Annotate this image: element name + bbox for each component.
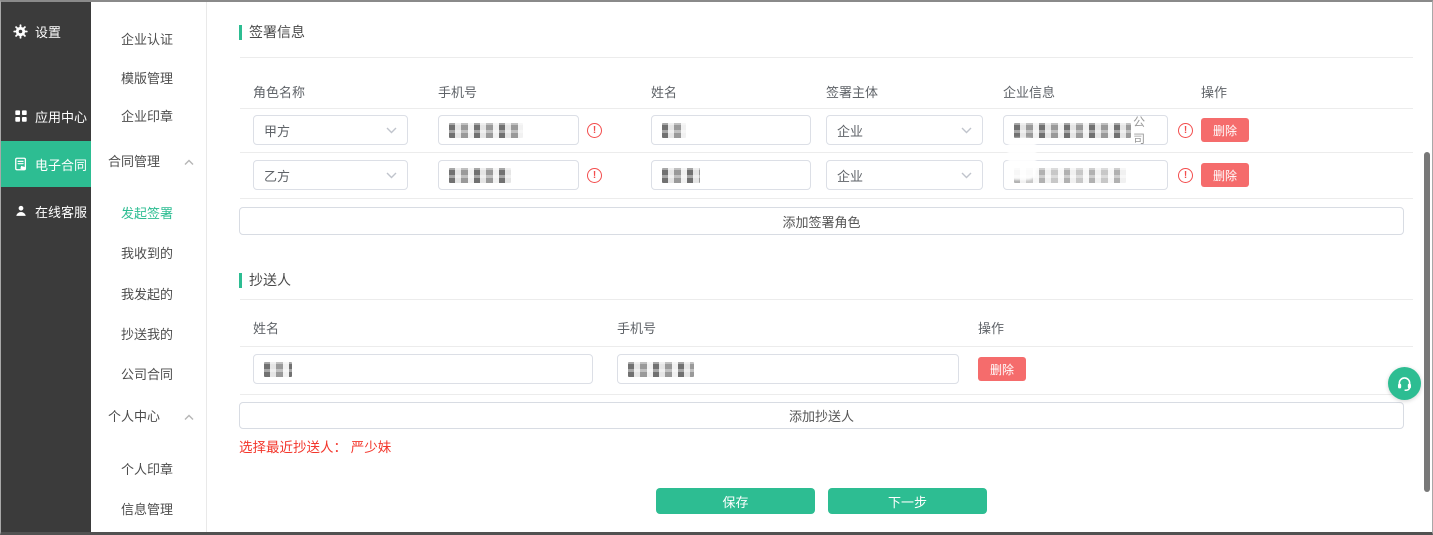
divider (240, 108, 1413, 109)
chevron-down-icon (961, 172, 972, 179)
vertical-scrollbar[interactable] (1424, 152, 1430, 492)
cc-column-header-name: 姓名 (253, 318, 279, 337)
cc-column-header-action: 操作 (978, 318, 1004, 337)
menu-group-contract-mgmt[interactable]: 合同管理 (108, 152, 196, 172)
warning-icon: ! (1178, 123, 1193, 138)
delete-role-button-row1[interactable]: 删除 (1201, 118, 1249, 142)
column-header-role: 角色名称 (253, 82, 305, 101)
app-grid-icon (13, 109, 28, 124)
delete-cc-button[interactable]: 删除 (978, 357, 1026, 381)
sidebar-item-label: 电子合同 (35, 155, 87, 174)
section-accent-bar (239, 273, 242, 288)
subject-select-row1[interactable]: 企业 (826, 115, 983, 145)
menu-item-cc-to-me[interactable]: 抄送我的 (121, 325, 196, 345)
cc-name-input[interactable] (253, 354, 593, 384)
delete-role-button-row2[interactable]: 删除 (1201, 163, 1249, 187)
menu-item-info-mgmt[interactable]: 信息管理 (121, 500, 196, 520)
sign-info-section-title: 签署信息 (239, 22, 305, 42)
warning-icon: ! (587, 168, 602, 183)
name-input-row2[interactable] (651, 160, 811, 190)
name-input-row1[interactable] (651, 115, 811, 145)
redacted-phone-value (449, 123, 523, 138)
sidebar-item-label: 在线客服 (35, 202, 87, 221)
warning-icon: ! (587, 123, 602, 138)
chevron-down-icon (386, 172, 397, 179)
section-title-text: 签署信息 (249, 22, 305, 42)
primary-sidebar: 设置 应用中心 电子合同 (1, 2, 91, 532)
phone-input-row2[interactable] (438, 160, 579, 190)
headset-icon (1395, 374, 1414, 393)
menu-item-template-mgmt[interactable]: 模版管理 (121, 69, 196, 89)
add-sign-role-button[interactable]: 添加签署角色 (239, 207, 1404, 235)
customer-service-icon (13, 204, 28, 219)
redacted-enterprise-value (1014, 123, 1131, 138)
menu-item-received[interactable]: 我收到的 (121, 244, 196, 264)
subject-select-row2[interactable]: 企业 (826, 160, 983, 190)
divider (240, 299, 1413, 300)
sidebar-item-settings[interactable]: 设置 (1, 18, 91, 44)
section-accent-bar (239, 25, 242, 40)
chevron-up-icon (184, 159, 194, 166)
redacted-name-value (662, 168, 700, 183)
divider (240, 198, 1413, 199)
redacted-phone-value (628, 362, 694, 377)
sidebar-item-label: 应用中心 (35, 107, 87, 126)
menu-item-initiated[interactable]: 我发起的 (121, 285, 196, 305)
column-header-name: 姓名 (651, 82, 677, 101)
enterprise-visible-suffix: 公司 (1133, 113, 1157, 147)
role-select-value: 乙方 (264, 166, 290, 185)
add-cc-button[interactable]: 添加抄送人 (239, 402, 1404, 429)
role-select-row2[interactable]: 乙方 (253, 160, 408, 190)
cc-column-header-phone: 手机号 (617, 318, 656, 337)
menu-group-label: 个人中心 (108, 407, 160, 427)
subject-select-value: 企业 (837, 166, 863, 185)
footer-actions: 保存 下一步 (239, 488, 1404, 514)
role-select-row1[interactable]: 甲方 (253, 115, 408, 145)
sidebar-item-app-center[interactable]: 应用中心 (1, 103, 91, 129)
phone-input-row1[interactable] (438, 115, 579, 145)
column-header-subject: 签署主体 (826, 82, 878, 101)
column-header-enterprise: 企业信息 (1003, 82, 1055, 101)
menu-item-enterprise-auth[interactable]: 企业认证 (121, 30, 196, 50)
menu-item-company-contract[interactable]: 公司合同 (121, 365, 196, 385)
cc-section-title: 抄送人 (239, 270, 291, 290)
secondary-sidebar: 企业认证 模版管理 企业印章 合同管理 发起签署 我收到的 我发起的 抄送我的 … (91, 2, 207, 532)
chevron-up-icon (184, 414, 194, 421)
gear-icon (13, 24, 28, 39)
divider (240, 57, 1413, 58)
divider (240, 394, 1413, 395)
divider (240, 346, 1413, 347)
menu-group-personal-center[interactable]: 个人中心 (108, 407, 196, 427)
column-header-phone: 手机号 (438, 82, 477, 101)
chevron-down-icon (386, 127, 397, 134)
sidebar-item-e-contract[interactable]: 电子合同 (1, 141, 91, 187)
section-title-text: 抄送人 (249, 270, 291, 290)
main-panel: 签署信息 角色名称 手机号 姓名 签署主体 企业信息 操作 甲方 ! (207, 2, 1432, 532)
menu-group-label: 合同管理 (108, 152, 160, 172)
menu-item-personal-seal[interactable]: 个人印章 (121, 460, 196, 480)
column-header-action: 操作 (1201, 82, 1227, 101)
redacted-phone-value (449, 168, 511, 183)
divider (240, 152, 1413, 153)
sidebar-item-online-service[interactable]: 在线客服 (1, 198, 91, 224)
blur-smudge (1008, 138, 1036, 180)
app-window: 设置 应用中心 电子合同 (0, 0, 1433, 535)
menu-item-enterprise-seal[interactable]: 企业印章 (121, 107, 196, 127)
subject-select-value: 企业 (837, 121, 863, 140)
contract-icon (13, 157, 28, 172)
redacted-name-value (662, 123, 686, 138)
sidebar-item-label: 设置 (35, 22, 61, 41)
cc-phone-input[interactable] (617, 354, 959, 384)
role-select-value: 甲方 (264, 121, 290, 140)
recent-cc-hint[interactable]: 选择最近抄送人： 严少妹 (239, 436, 391, 456)
save-button[interactable]: 保存 (656, 488, 815, 514)
chevron-down-icon (961, 127, 972, 134)
warning-icon: ! (1178, 168, 1193, 183)
menu-item-initiate-sign[interactable]: 发起签署 (121, 204, 196, 224)
redacted-name-value (264, 362, 292, 377)
floating-customer-service-button[interactable] (1388, 367, 1421, 400)
next-step-button[interactable]: 下一步 (828, 488, 987, 514)
